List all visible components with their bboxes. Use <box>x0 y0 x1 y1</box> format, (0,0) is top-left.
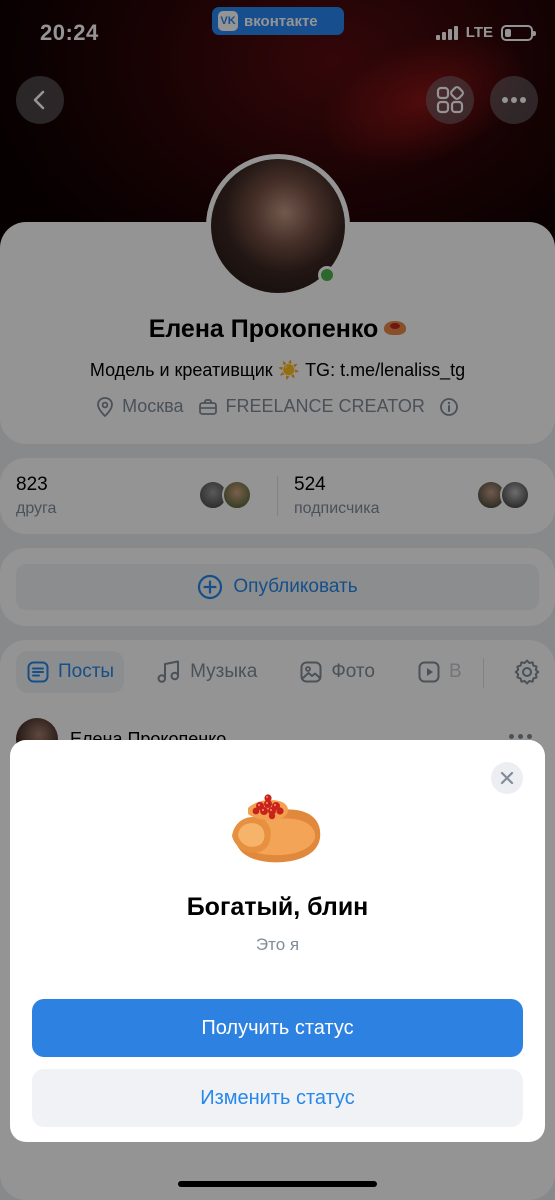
pancake-caviar-icon <box>232 794 321 863</box>
status-modal: Богатый, блин Это я Получить статус Изме… <box>10 740 545 1142</box>
close-icon <box>500 771 514 785</box>
modal-subtitle: Это я <box>255 935 300 954</box>
close-button[interactable] <box>491 762 523 794</box>
home-indicator[interactable] <box>178 1181 377 1187</box>
change-status-button[interactable]: Изменить статус <box>32 1069 523 1127</box>
get-status-button[interactable]: Получить статус <box>32 999 523 1057</box>
modal-title: Богатый, блин <box>186 893 369 921</box>
